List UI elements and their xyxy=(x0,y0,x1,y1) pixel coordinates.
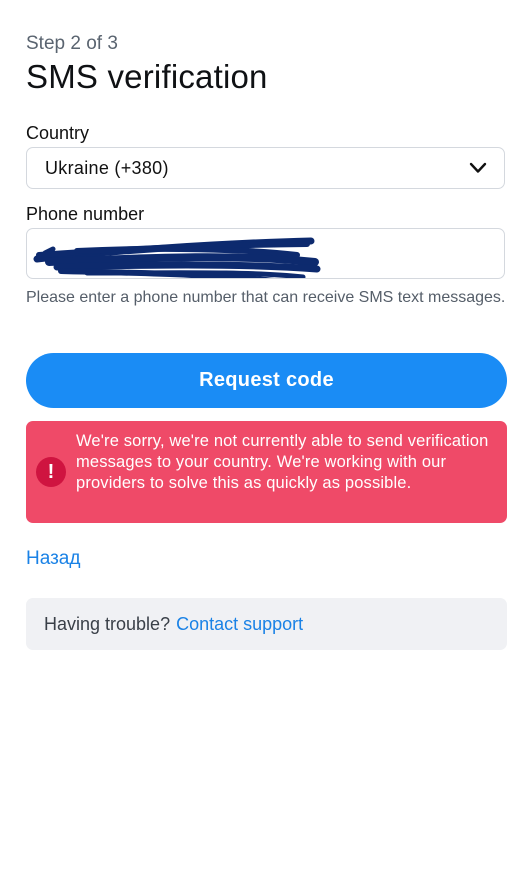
step-indicator: Step 2 of 3 xyxy=(26,33,118,54)
country-select[interactable]: Ukraine (+380) xyxy=(26,147,505,189)
phone-number-label: Phone number xyxy=(26,204,145,224)
page-title: SMS verification xyxy=(26,58,268,95)
country-label: Country xyxy=(26,123,90,143)
phone-number-hint: Please enter a phone number that can rec… xyxy=(26,289,506,306)
error-alert: ! We're sorry, we're not currently able … xyxy=(26,421,507,523)
country-select-value: Ukraine (+380) xyxy=(45,157,169,178)
sms-verification-page: Step 2 of 3 SMS verification Country Ukr… xyxy=(0,0,532,886)
redaction-scribble xyxy=(33,237,321,278)
exclamation-circle-icon: ! xyxy=(36,457,66,487)
contact-support-link[interactable]: Contact support xyxy=(176,614,303,635)
request-code-button[interactable]: Request code xyxy=(26,353,507,408)
support-text: Having trouble? xyxy=(44,613,171,634)
back-link[interactable]: Назад xyxy=(26,548,80,570)
error-message: We're sorry, we're not currently able to… xyxy=(76,432,489,492)
chevron-down-icon xyxy=(469,162,487,173)
support-banner: Having trouble? Contact support xyxy=(26,598,507,650)
phone-number-input[interactable] xyxy=(26,228,505,279)
